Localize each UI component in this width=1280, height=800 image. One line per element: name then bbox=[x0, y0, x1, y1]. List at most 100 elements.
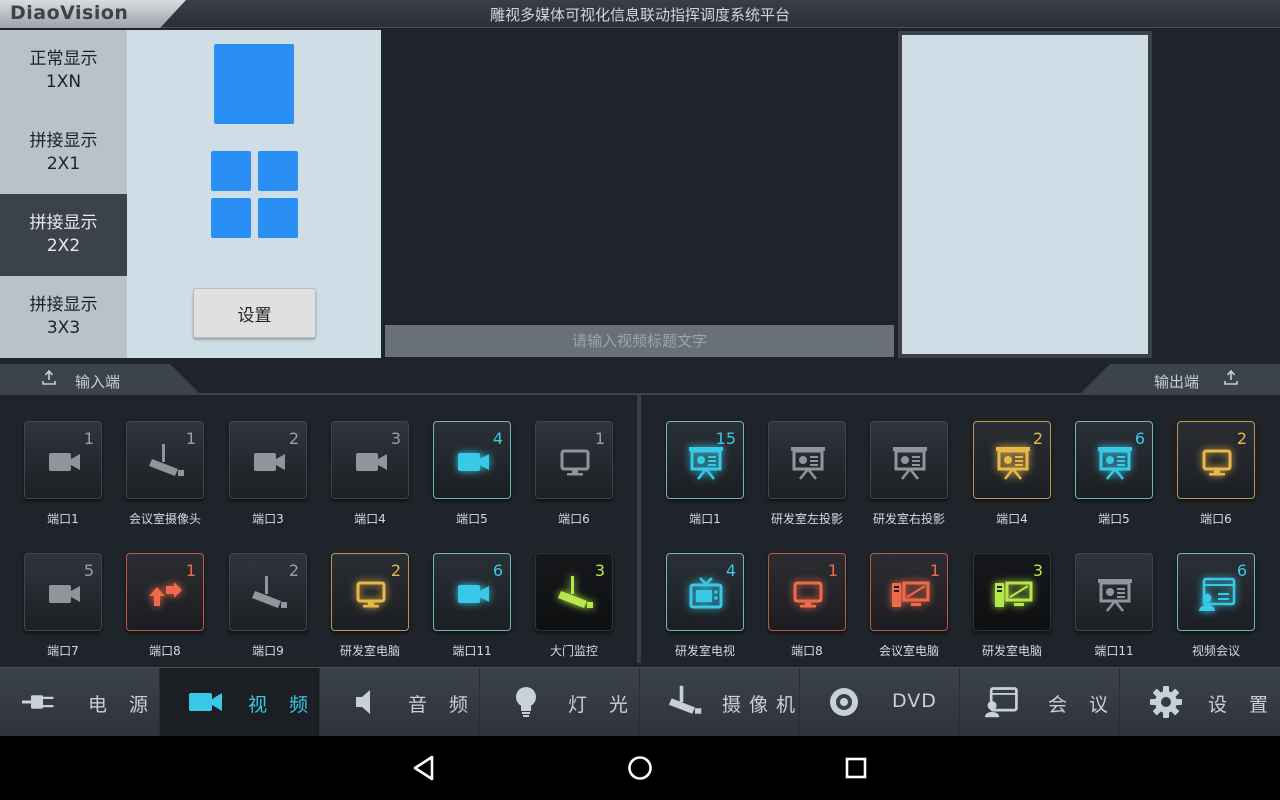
output-target-tile-label: 研发室电视 bbox=[674, 644, 735, 658]
output-target-tile[interactable]: 3 bbox=[973, 553, 1051, 631]
monitor-icon bbox=[793, 581, 823, 608]
nav-lighting[interactable]: 灯 光 bbox=[480, 668, 640, 737]
output-target-tile[interactable]: 2 bbox=[1177, 421, 1255, 499]
output-target-tile[interactable]: 6 bbox=[1177, 553, 1255, 631]
home-icon[interactable] bbox=[622, 750, 658, 786]
output-target-tile-label: 研发室电脑 bbox=[981, 644, 1042, 658]
projector-screen-icon bbox=[1098, 447, 1132, 480]
layout-tab-1xn[interactable]: 正常显示 1XN bbox=[0, 30, 127, 112]
input-source-tile-label: 研发室电脑 bbox=[339, 644, 400, 658]
output-target-tile[interactable]: 2 bbox=[973, 421, 1051, 499]
nav-power[interactable]: 电 源 bbox=[0, 668, 160, 737]
input-source-tile-label: 端口11 bbox=[452, 644, 492, 658]
nav-label: 会 议 bbox=[1048, 694, 1117, 716]
input-source-tile[interactable]: 2 bbox=[229, 553, 307, 631]
projector-screen-icon bbox=[996, 447, 1030, 480]
output-target-tile[interactable]: 1 bbox=[768, 553, 846, 631]
tile-count-badge: 3 bbox=[390, 429, 401, 448]
layout-tab-3x3[interactable]: 拼接显示 3X3 bbox=[0, 276, 127, 358]
nav-label: 灯 光 bbox=[568, 694, 637, 716]
output-target-tile[interactable]: 1 bbox=[870, 553, 948, 631]
input-source-tile[interactable]: 2 bbox=[229, 421, 307, 499]
video-conference-icon bbox=[984, 687, 1018, 718]
tile-count-badge: 1 bbox=[929, 561, 940, 580]
nav-video[interactable]: 视 频 bbox=[160, 668, 320, 737]
video-preview-area[interactable] bbox=[384, 30, 896, 326]
recents-icon[interactable] bbox=[838, 750, 874, 786]
input-source-tile-label: 端口9 bbox=[252, 644, 284, 658]
input-source-tile[interactable]: 3 bbox=[331, 421, 409, 499]
input-source-tile[interactable]: 3 bbox=[535, 553, 613, 631]
output-target-tile-label: 会议室电脑 bbox=[878, 644, 939, 658]
tile-count-badge: 5 bbox=[83, 561, 94, 580]
window-2x2-cell[interactable] bbox=[258, 151, 298, 191]
tile-count-badge: 6 bbox=[1134, 429, 1145, 448]
back-icon[interactable] bbox=[406, 750, 442, 786]
projector-screen-icon bbox=[791, 447, 825, 480]
output-target-tile-label: 研发室右投影 bbox=[872, 512, 945, 526]
input-source-tile[interactable]: 4 bbox=[433, 421, 511, 499]
bottom-nav: 电 源 视 频 音 频 灯 光 摄像机 DVD 会 议 设 置 bbox=[0, 667, 1280, 737]
tile-count-badge: 1 bbox=[185, 429, 196, 448]
layout-tab-2x2[interactable]: 拼接显示 2X2 bbox=[0, 194, 127, 276]
input-source-tile[interactable]: 2 bbox=[331, 553, 409, 631]
output-target-tile-label: 端口5 bbox=[1098, 512, 1130, 526]
nav-dvd[interactable]: DVD bbox=[800, 668, 960, 737]
light-bulb-icon bbox=[516, 687, 536, 717]
input-source-tile-label: 端口3 bbox=[252, 512, 284, 526]
output-target-tile[interactable] bbox=[1075, 553, 1153, 631]
layout-preview-panel: 设置 bbox=[127, 30, 381, 358]
window-2x2-cell[interactable] bbox=[211, 198, 251, 238]
layout-settings-button[interactable]: 设置 bbox=[193, 288, 316, 338]
layout-tab-mode: 2X2 bbox=[46, 236, 81, 256]
input-source-tile[interactable]: 1 bbox=[535, 421, 613, 499]
layout-tab-label: 拼接显示 bbox=[29, 213, 98, 233]
nav-camera[interactable]: 摄像机 bbox=[640, 668, 800, 737]
input-source-tile[interactable]: 5 bbox=[24, 553, 102, 631]
nav-label: 摄像机 bbox=[722, 694, 804, 716]
tile-count-badge: 3 bbox=[594, 561, 605, 580]
input-source-tile-label: 端口8 bbox=[149, 644, 181, 658]
input-source-tile[interactable]: 1 bbox=[24, 421, 102, 499]
output-target-tile[interactable]: 4 bbox=[666, 553, 744, 631]
video-conference-icon bbox=[1199, 577, 1236, 611]
layout-mode-tabs: 正常显示 1XN 拼接显示 2X1 拼接显示 2X2 拼接显示 3X3 bbox=[0, 30, 127, 358]
layout-tab-2x1[interactable]: 拼接显示 2X1 bbox=[0, 112, 127, 194]
output-target-tile[interactable] bbox=[870, 421, 948, 499]
nav-audio[interactable]: 音 频 bbox=[320, 668, 480, 737]
tile-count-badge: 2 bbox=[1032, 429, 1043, 448]
cctv-camera-icon bbox=[252, 576, 287, 608]
layout-tab-label: 拼接显示 bbox=[29, 295, 98, 315]
tv-icon bbox=[689, 577, 723, 609]
output-target-tile-label: 端口6 bbox=[1200, 512, 1232, 526]
tile-count-badge: 2 bbox=[288, 561, 299, 580]
video-caption-input[interactable] bbox=[385, 325, 894, 357]
layout-tab-mode: 1XN bbox=[45, 72, 82, 92]
input-source-tile-label: 端口4 bbox=[354, 512, 386, 526]
tile-count-badge: 4 bbox=[725, 561, 736, 580]
output-target-tile-label: 视频会议 bbox=[1191, 644, 1240, 658]
nav-settings[interactable]: 设 置 bbox=[1120, 668, 1280, 737]
output-target-tile[interactable] bbox=[768, 421, 846, 499]
layout-tab-mode: 2X1 bbox=[46, 154, 81, 174]
output-target-tile[interactable]: 6 bbox=[1075, 421, 1153, 499]
output-target-tile[interactable]: 15 bbox=[666, 421, 744, 499]
tile-count-badge: 2 bbox=[390, 561, 401, 580]
input-source-tile[interactable]: 1 bbox=[126, 421, 204, 499]
tile-count-badge: 2 bbox=[1236, 429, 1247, 448]
window-1x1-block[interactable] bbox=[214, 44, 294, 124]
window-2x2-cell[interactable] bbox=[258, 198, 298, 238]
window-2x2-cell[interactable] bbox=[211, 151, 251, 191]
upload-icon bbox=[42, 370, 56, 385]
nav-conference[interactable]: 会 议 bbox=[960, 668, 1120, 737]
swap-arrows-icon bbox=[149, 582, 182, 606]
video-camera-icon bbox=[49, 585, 80, 603]
video-camera-icon bbox=[356, 453, 387, 471]
screen-preview-frame[interactable] bbox=[898, 31, 1152, 358]
nav-label: 电 源 bbox=[88, 694, 157, 716]
input-source-tile[interactable]: 1 bbox=[126, 553, 204, 631]
input-source-tile[interactable]: 6 bbox=[433, 553, 511, 631]
tile-count-badge: 4 bbox=[492, 429, 503, 448]
input-source-tile-label: 端口7 bbox=[47, 644, 79, 658]
tile-count-badge: 3 bbox=[1032, 561, 1043, 580]
